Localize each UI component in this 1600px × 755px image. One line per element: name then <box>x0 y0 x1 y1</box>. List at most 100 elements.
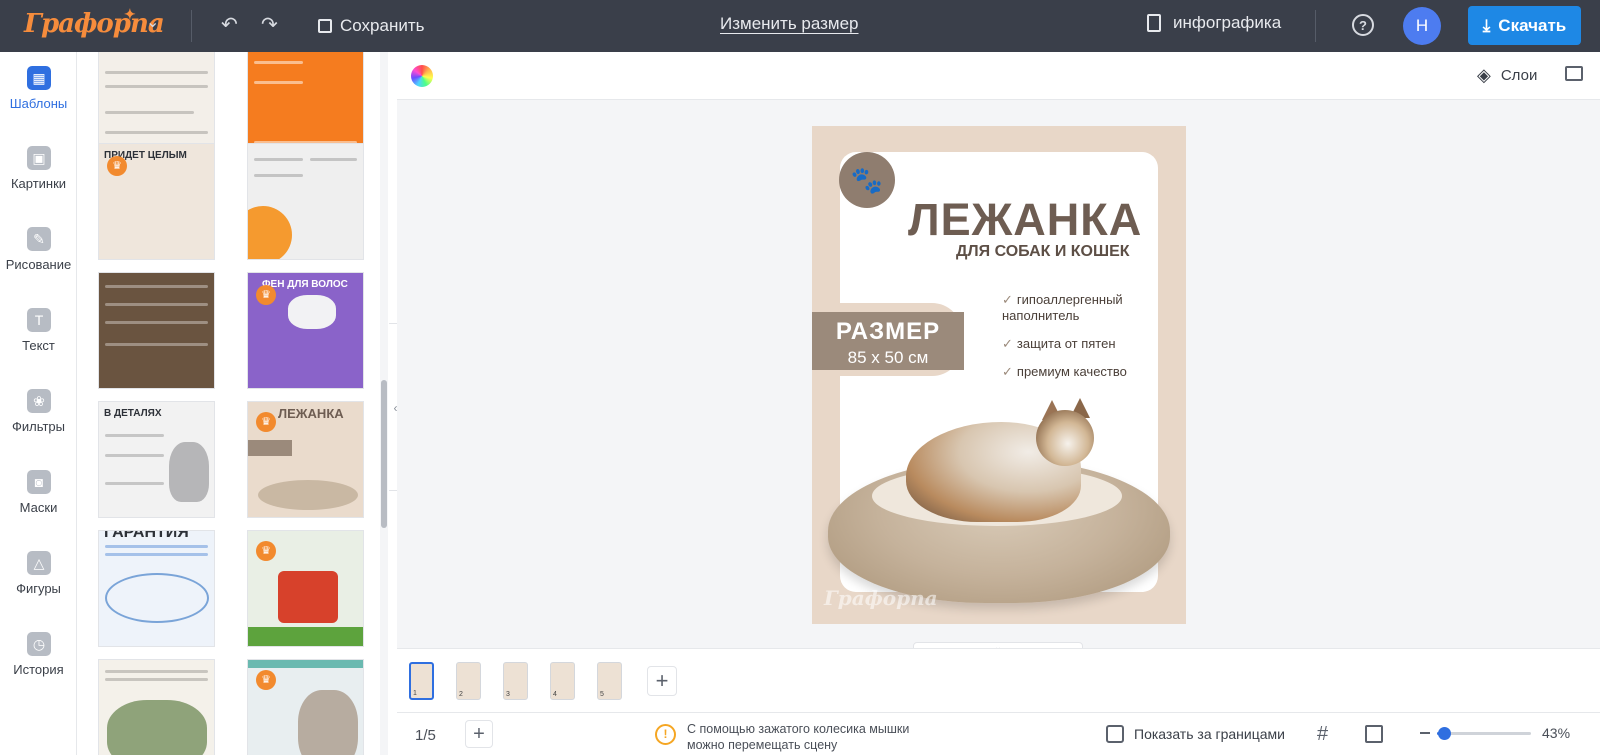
paw-icon[interactable]: 🐾 <box>839 152 895 208</box>
show-bounds-label: Показать за границами <box>1134 726 1285 742</box>
zoom-out-icon[interactable] <box>1420 732 1430 734</box>
toolbar-divider <box>1315 10 1316 42</box>
crown-icon: ♛ <box>256 670 276 690</box>
document-icon <box>1147 14 1161 32</box>
template-title: ГАРАНТИЯ <box>104 530 189 541</box>
crown-icon: ♛ <box>107 156 127 176</box>
grid-icon[interactable]: # <box>1317 723 1328 746</box>
workspace-header: ◈ Слои <box>397 52 1600 100</box>
save-label: Сохранить <box>340 16 425 35</box>
sidebar-item-masks[interactable]: ◙ Маски <box>0 456 77 526</box>
add-page-plus-button[interactable]: + <box>465 720 493 748</box>
template-thumbnail[interactable] <box>247 52 364 157</box>
crown-icon: ♛ <box>256 412 276 432</box>
zoom-value: 43% <box>1542 725 1571 741</box>
feature-text: защита от пятен <box>1016 336 1116 351</box>
sidebar-item-templates[interactable]: ▦ Шаблоны <box>0 52 77 122</box>
sidebar-item-label: Текст <box>22 338 55 353</box>
template-thumbnail[interactable] <box>98 272 215 389</box>
crown-icon: ♛ <box>256 285 276 305</box>
page-thumbnail[interactable]: 3 <box>503 662 528 700</box>
page-number: 4 <box>553 691 557 698</box>
sidebar-item-filters[interactable]: ❀ Фильтры <box>0 375 77 445</box>
template-thumbnail[interactable] <box>98 52 215 157</box>
template-thumbnail[interactable]: В ДЕТАЛЯХ <box>98 401 215 518</box>
template-thumbnail[interactable] <box>247 143 364 260</box>
layers-button[interactable]: ◈ Слои <box>1477 65 1537 86</box>
check-icon: ✓ <box>1002 364 1013 379</box>
watermark: Графорпа <box>824 586 938 610</box>
undo-icon[interactable]: ↶ <box>221 12 238 37</box>
check-icon: ✓ <box>1002 336 1013 351</box>
feature-item[interactable]: ✓ защита от пятен <box>1002 336 1116 352</box>
template-thumbnail[interactable] <box>98 659 215 755</box>
color-wheel-icon[interactable] <box>411 65 433 87</box>
sidebar-item-label: История <box>13 662 64 677</box>
fit-screen-icon[interactable] <box>1365 725 1383 743</box>
download-label: Скачать <box>1498 15 1567 35</box>
canvas-subtitle[interactable]: ДЛЯ СОБАК И КОШЕК <box>956 243 1130 261</box>
template-thumbnail[interactable]: ГАРАНТИЯ <box>98 530 215 647</box>
history-icon: ◷ <box>27 632 51 656</box>
sidebar-item-label: Рисование <box>5 257 72 272</box>
template-thumbnail[interactable]: ФЕН ДЛЯ ВОЛОС ♛ <box>247 272 364 389</box>
status-bar: 1/5 + ! С помощью зажатого колесика мышк… <box>397 712 1600 755</box>
image-icon: ▣ <box>27 146 51 170</box>
redo-icon[interactable]: ↷ <box>261 12 278 37</box>
sidebar-item-label: Шаблоны <box>9 96 68 111</box>
page-number: 3 <box>506 691 510 698</box>
page-thumbnail[interactable]: 4 <box>550 662 575 700</box>
design-canvas[interactable]: РАЗМЕР 85 х 50 см 🐾 ЛЕЖАНКА ДЛЯ СОБАК И … <box>812 126 1186 624</box>
warning-icon: ! <box>655 724 676 745</box>
sidebar-item-drawing[interactable]: ✎ Рисование <box>0 213 77 283</box>
help-icon[interactable]: ? <box>1352 14 1374 36</box>
feature-item[interactable]: ✓ премиум качество <box>1002 364 1127 380</box>
zoom-slider[interactable] <box>1437 727 1531 740</box>
sidebar-item-shapes[interactable]: △ Фигуры <box>0 537 77 607</box>
size-block[interactable]: РАЗМЕР 85 х 50 см <box>812 312 964 370</box>
page-number: 5 <box>600 691 604 698</box>
size-label: РАЗМЕР <box>835 318 941 345</box>
add-page-button[interactable]: + <box>647 666 677 696</box>
pencil-icon: ✎ <box>27 227 51 251</box>
filters-icon: ❀ <box>27 389 51 413</box>
save-button[interactable]: Сохранить <box>318 14 424 38</box>
template-thumbnail[interactable]: ♛ <box>247 659 364 755</box>
shapes-icon: △ <box>27 551 51 575</box>
check-icon: ✓ <box>1002 292 1013 307</box>
sidebar-item-label: Фильтры <box>11 419 65 434</box>
feature-text: гипоаллергенный наполнитель <box>1002 292 1123 323</box>
document-name[interactable]: инфографика <box>1147 13 1281 33</box>
logo-dropdown-chevron-icon[interactable]: ⌄ <box>146 12 159 32</box>
templates-scrollbar-thumb[interactable] <box>381 380 387 528</box>
show-bounds-checkbox[interactable] <box>1106 725 1124 743</box>
feature-item[interactable]: ✓ гипоаллергенный наполнитель <box>1002 292 1142 324</box>
comment-icon[interactable] <box>1565 66 1583 81</box>
cat-head <box>1036 410 1094 466</box>
layers-icon: ◈ <box>1477 65 1491 85</box>
sidebar-item-text[interactable]: T Текст <box>0 294 77 364</box>
download-button[interactable]: ⤓ Скачать <box>1468 6 1581 45</box>
page-strip: 1 2 3 4 5 + <box>397 648 1600 712</box>
page-thumbnail[interactable]: 2 <box>456 662 481 700</box>
resize-link[interactable]: Изменить размер <box>720 14 859 34</box>
user-avatar[interactable]: Н <box>1403 7 1441 45</box>
tool-sidebar: ▦ Шаблоны ▣ Картинки ✎ Рисование T Текст… <box>0 52 77 755</box>
template-thumbnail[interactable]: ЛЕЖАНКА ♛ <box>247 401 364 518</box>
sidebar-item-history[interactable]: ◷ История <box>0 618 77 688</box>
sidebar-item-images[interactable]: ▣ Картинки <box>0 132 77 202</box>
toolbar-divider <box>191 10 192 42</box>
template-title: В ДЕТАЛЯХ <box>104 408 162 419</box>
page-thumbnail[interactable]: 5 <box>597 662 622 700</box>
page-thumbnail[interactable]: 1 <box>409 662 434 700</box>
feature-text: премиум качество <box>1016 364 1127 379</box>
template-thumbnail[interactable]: ♛ <box>247 530 364 647</box>
canvas-title[interactable]: ЛЕЖАНКА <box>908 194 1142 246</box>
mask-icon: ◙ <box>27 470 51 494</box>
template-thumbnail[interactable]: ПРИДЕТ ЦЕЛЫМ ♛ <box>98 143 215 260</box>
show-bounds-toggle[interactable]: Показать за границами <box>1106 725 1285 743</box>
zoom-slider-knob[interactable] <box>1438 727 1451 740</box>
top-bar: Графорпа ✦ ⌄ ↶ ↷ Сохранить Изменить разм… <box>0 0 1600 52</box>
app-logo[interactable]: Графорпа <box>24 9 165 39</box>
page-counter: 1/5 <box>415 727 436 744</box>
